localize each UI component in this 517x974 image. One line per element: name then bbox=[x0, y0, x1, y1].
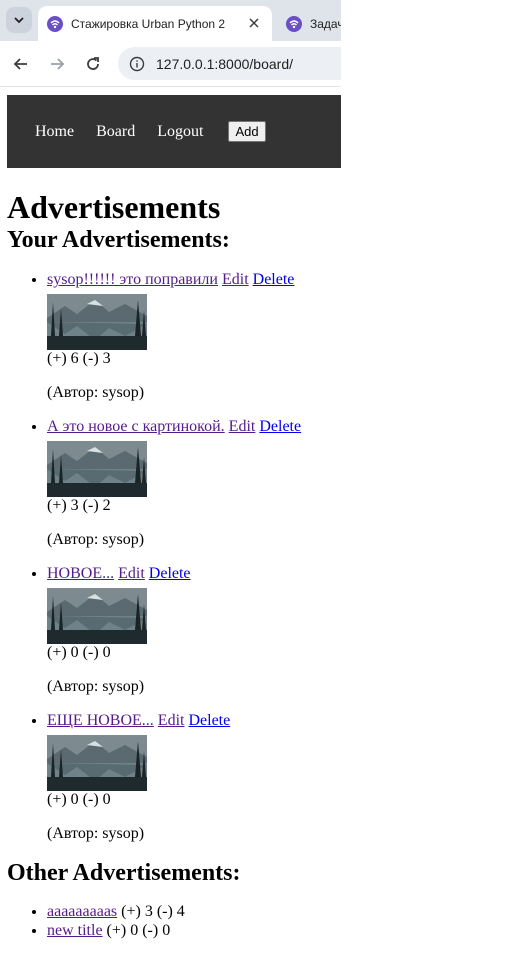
your-ads-heading: Your Advertisements: bbox=[7, 227, 230, 253]
delete-link[interactable]: Delete bbox=[188, 712, 230, 729]
urban-favicon-icon bbox=[286, 15, 302, 32]
reload-icon bbox=[87, 57, 99, 70]
ad-title-link[interactable]: aaaaaaaaas bbox=[47, 903, 117, 920]
tab-active[interactable]: Стажировка Urban Python 2 bbox=[38, 6, 272, 41]
chrome-divider bbox=[0, 86, 341, 87]
edit-link[interactable]: Edit bbox=[158, 712, 185, 729]
vote-counts: (+) 0 (-) 0 bbox=[47, 791, 111, 808]
url-text: 127.0.0.1:8000/board/ bbox=[156, 55, 294, 72]
info-icon[interactable] bbox=[126, 53, 148, 75]
nav-home-link[interactable]: Home bbox=[35, 123, 74, 141]
tab-title: Стажировка Urban Python 2 bbox=[71, 16, 226, 31]
close-icon[interactable] bbox=[246, 15, 262, 31]
ad-thumbnail bbox=[47, 588, 147, 644]
list-item: НОВОЕ... Edit Delete (+) 0 (-) 0 (Автор:… bbox=[47, 565, 517, 696]
forward-button[interactable] bbox=[45, 52, 69, 76]
arrow-right-icon bbox=[51, 58, 65, 70]
edit-link[interactable]: Edit bbox=[222, 271, 249, 288]
ad-thumbnail bbox=[47, 294, 147, 350]
tab-strip: Стажировка Urban Python 2 Задач bbox=[0, 0, 341, 41]
arrow-left-icon bbox=[13, 58, 27, 70]
page-title: Advertisements bbox=[7, 189, 221, 225]
browser-chrome: Стажировка Urban Python 2 Задач 127.0.0.… bbox=[0, 0, 341, 90]
other-ads-heading: Other Advertisements: bbox=[7, 860, 241, 886]
browser-toolbar: 127.0.0.1:8000/board/ bbox=[0, 41, 341, 86]
delete-link[interactable]: Delete bbox=[149, 565, 191, 582]
list-item: aaaaaaaaas (+) 3 (-) 4 bbox=[47, 902, 517, 921]
tab-inactive[interactable]: Задач bbox=[278, 6, 341, 41]
edit-link[interactable]: Edit bbox=[118, 565, 145, 582]
vote-counts: (+) 0 (-) 0 bbox=[47, 644, 111, 661]
ad-title-link[interactable]: А это новое с картинокой. bbox=[47, 418, 225, 435]
other-ads-list: aaaaaaaaas (+) 3 (-) 4 new title (+) 0 (… bbox=[7, 902, 517, 940]
vote-counts: (+) 6 (-) 3 bbox=[47, 350, 111, 367]
nav-board-link[interactable]: Board bbox=[96, 123, 135, 141]
vote-counts: (+) 3 (-) 2 bbox=[47, 497, 111, 514]
ad-author: (Автор: sysop) bbox=[47, 384, 145, 401]
vote-counts: (+) 0 (-) 0 bbox=[106, 922, 171, 939]
address-bar[interactable]: 127.0.0.1:8000/board/ bbox=[118, 47, 341, 80]
site-navbar: Home Board Logout Add bbox=[7, 95, 341, 168]
your-ads-list: sysop!!!!!! это поправили Edit Delete (+… bbox=[7, 271, 517, 843]
ad-thumbnail bbox=[47, 735, 147, 791]
chevron-down-icon bbox=[14, 17, 24, 24]
back-button[interactable] bbox=[9, 52, 33, 76]
delete-link[interactable]: Delete bbox=[259, 418, 301, 435]
reload-button[interactable] bbox=[81, 52, 105, 76]
add-button[interactable]: Add bbox=[228, 121, 266, 142]
edit-link[interactable]: Edit bbox=[229, 418, 256, 435]
ad-title-link[interactable]: sysop!!!!!! это поправили bbox=[47, 271, 218, 288]
vote-counts: (+) 3 (-) 4 bbox=[121, 903, 185, 920]
list-item: А это новое с картинокой. Edit Delete (+… bbox=[47, 418, 517, 549]
urban-favicon-icon bbox=[47, 15, 63, 32]
ad-author: (Автор: sysop) bbox=[47, 678, 145, 695]
ad-title-link[interactable]: new title bbox=[47, 922, 103, 939]
ad-title-link[interactable]: ЕЩЕ НОВОЕ... bbox=[47, 712, 154, 729]
ad-title-link[interactable]: НОВОЕ... bbox=[47, 565, 114, 582]
tab-search-button[interactable] bbox=[6, 7, 32, 33]
ad-thumbnail bbox=[47, 441, 147, 497]
list-item: ЕЩЕ НОВОЕ... Edit Delete (+) 0 (-) 0 (Ав… bbox=[47, 712, 517, 843]
delete-link[interactable]: Delete bbox=[253, 271, 295, 288]
page-content: Advertisements Your Advertisements: syso… bbox=[7, 168, 517, 940]
ad-author: (Автор: sysop) bbox=[47, 825, 145, 842]
list-item: sysop!!!!!! это поправили Edit Delete (+… bbox=[47, 271, 517, 402]
list-item: new title (+) 0 (-) 0 bbox=[47, 921, 517, 940]
tab-title: Задач bbox=[310, 16, 341, 31]
nav-logout-link[interactable]: Logout bbox=[157, 123, 203, 141]
ad-author: (Автор: sysop) bbox=[47, 531, 145, 548]
